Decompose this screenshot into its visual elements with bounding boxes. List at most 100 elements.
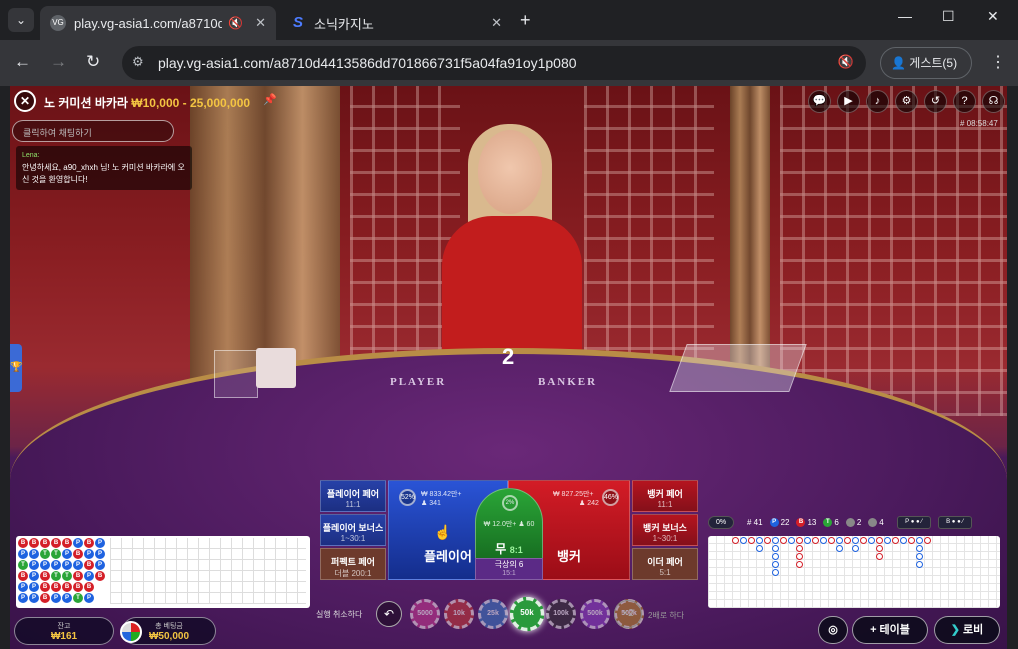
round-number: 2 <box>502 344 515 369</box>
big-road-P <box>852 545 859 552</box>
player-pair-dot-icon <box>845 518 855 528</box>
new-tab-button[interactable]: + <box>520 10 531 31</box>
bead-T: T <box>73 593 83 603</box>
close-game-button[interactable]: ✕ <box>14 90 36 112</box>
bead-P: P <box>18 593 28 603</box>
bet-either-pair[interactable]: 이더 페어 5:1 <box>632 548 698 580</box>
tab-close-icon[interactable]: ✕ <box>255 15 266 31</box>
chip-5000[interactable]: 5000 <box>410 599 440 629</box>
bead-P: P <box>62 593 72 603</box>
chip-500k[interactable]: 500k <box>580 599 610 629</box>
tab-active[interactable]: VG play.vg-asia1.com/a8710d4 🔇 ✕ <box>40 6 276 40</box>
bead-road-grid <box>110 538 306 604</box>
pin-icon[interactable]: 📌 <box>263 93 277 106</box>
big-road-P <box>772 537 779 544</box>
table-limits: ₩10,000 - 25,000,000 <box>131 96 251 110</box>
bead-P: P <box>29 582 39 592</box>
big-road-P <box>868 537 875 544</box>
profile-button[interactable]: 👤 게스트(5) <box>880 47 972 79</box>
site-info-icon[interactable]: ⚙ <box>132 54 144 70</box>
history-icon[interactable]: ↺ <box>924 90 947 113</box>
big-road-P <box>916 553 923 560</box>
big-road-B <box>908 537 915 544</box>
bet-player-pair[interactable]: 플레이어 페어 11:1 <box>320 480 386 512</box>
tie-dot-icon: T <box>823 518 833 528</box>
bead-P: P <box>95 560 105 570</box>
big-road-P <box>756 545 763 552</box>
tie-amount: ₩ 12.0만+ <box>483 521 517 528</box>
maximize-button[interactable]: ☐ <box>942 8 955 25</box>
reload-button[interactable]: ↻ <box>86 52 100 72</box>
side-promo-tab[interactable]: 🏆 <box>10 344 22 392</box>
big-road-B <box>876 553 883 560</box>
big-road[interactable] <box>708 536 1000 608</box>
chat-icon[interactable]: 💬 <box>808 90 831 113</box>
big-road-P <box>772 569 779 576</box>
bead-road[interactable]: BPTBPPBPPPPPBTPBBBBTPTBPBPPTBPPBPBBTBPBP… <box>16 536 310 608</box>
tab-muted-icon[interactable]: 🔇 <box>228 16 243 30</box>
help-icon[interactable]: ? <box>953 90 976 113</box>
bet-tie[interactable]: 2% ₩ 12.0만+ ♟ 60 무 8:1 <box>475 488 543 564</box>
lobby-button[interactable]: ❯ 로비 <box>934 616 1000 644</box>
site-muted-icon[interactable]: 🔇 <box>838 54 854 70</box>
settings-icon[interactable]: ⚙ <box>895 90 918 113</box>
predict-player-button[interactable]: P ● ● ⁄ <box>896 516 931 529</box>
chip-10k[interactable]: 10k <box>444 599 474 629</box>
stat-banker-pair-count: 4 <box>879 517 884 527</box>
add-table-button[interactable]: + 테이블 <box>852 616 928 644</box>
chip-25k[interactable]: 25k <box>478 599 508 629</box>
player-count: ♟ 341 <box>421 500 441 507</box>
big-road-P <box>900 537 907 544</box>
tab-inactive[interactable]: S 소닉카지노 ✕ <box>280 6 512 40</box>
undo-button[interactable]: ↶ <box>376 601 402 627</box>
predict-banker-button[interactable]: B ● ● ⁄ <box>937 516 972 529</box>
bet-super-six[interactable]: 극상의 6 15:1 <box>475 558 543 580</box>
bead-T: T <box>51 549 61 559</box>
address-bar[interactable]: ⚙ play.vg-asia1.com/a8710d4413586dd70186… <box>122 46 866 80</box>
volume-icon[interactable]: ♪ <box>866 90 889 113</box>
bead-B: B <box>18 571 28 581</box>
card-shoe <box>669 344 807 392</box>
chip-50k[interactable]: 50k <box>509 596 545 632</box>
chip-stack-icon <box>120 621 142 643</box>
forward-button[interactable]: → <box>50 52 67 72</box>
big-road-B <box>796 561 803 568</box>
chip-toggle-button[interactable]: ◎ <box>818 616 848 644</box>
close-window-button[interactable]: ✕ <box>987 8 999 25</box>
stat-pill[interactable]: 0% <box>708 516 734 529</box>
banker-count: ♟ 242 <box>579 500 599 507</box>
url-text[interactable]: play.vg-asia1.com/a8710d4413586dd7018667… <box>158 55 577 71</box>
chip-100k[interactable]: 100k <box>546 599 576 629</box>
stat-banker: B 13 <box>796 518 816 528</box>
banker-percent: 46% <box>602 489 619 506</box>
video-icon[interactable]: ▶ <box>837 90 860 113</box>
big-road-P <box>916 561 923 568</box>
bead-P: P <box>29 571 39 581</box>
back-button[interactable]: ← <box>14 52 31 72</box>
headset-icon[interactable]: ☊ <box>982 90 1005 113</box>
bead-B: B <box>51 538 61 548</box>
browser-menu-icon[interactable]: ⋮ <box>990 52 1006 72</box>
bet-banker-bonus[interactable]: 뱅커 보너스 1~30:1 <box>632 514 698 546</box>
bet-odds: 1~30:1 <box>340 534 366 543</box>
big-road-B <box>860 537 867 544</box>
double-button[interactable]: ×2 <box>614 600 642 628</box>
bet-banker-pair[interactable]: 뱅커 페어 11:1 <box>632 480 698 512</box>
tab-title: 소닉카지노 <box>314 16 374 32</box>
double-label: 2배로 하다 <box>648 611 685 620</box>
big-road-B <box>764 537 771 544</box>
stat-tie: T6 <box>823 518 839 528</box>
browser-tab-bar: ⌄ VG play.vg-asia1.com/a8710d4 🔇 ✕ S 소닉카… <box>0 0 1018 40</box>
player-amount: ₩ 833.42만+ <box>421 491 462 498</box>
bet-perfect-pair[interactable]: 퍼펙트 페어 더블 200:1 <box>320 548 386 580</box>
chat-input[interactable]: 클릭하여 채팅하기 <box>12 120 174 142</box>
game-viewport: PLAYER BANKER 2 ✕ 노 커미션 바카라 ₩10,000 - 25… <box>10 86 1007 649</box>
tab-close-icon[interactable]: ✕ <box>491 15 502 31</box>
minimize-button[interactable]: — <box>898 8 912 24</box>
tab-search-button[interactable]: ⌄ <box>8 8 34 32</box>
predict-p-label: P <box>905 519 910 525</box>
bet-player-bonus[interactable]: 플레이어 보너스 1~30:1 <box>320 514 386 546</box>
bead-B: B <box>95 571 105 581</box>
big-road-P <box>820 537 827 544</box>
bead-B: B <box>73 571 83 581</box>
